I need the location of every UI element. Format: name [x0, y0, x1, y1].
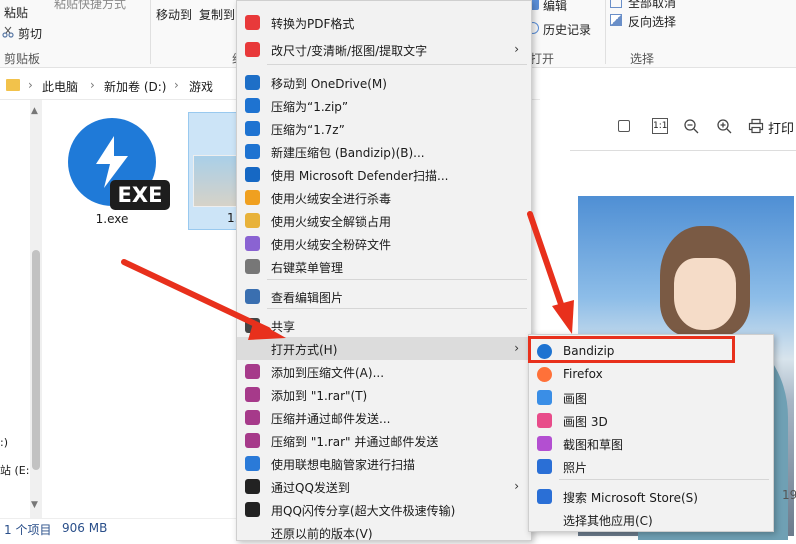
annotation-arrows: [121, 211, 574, 340]
